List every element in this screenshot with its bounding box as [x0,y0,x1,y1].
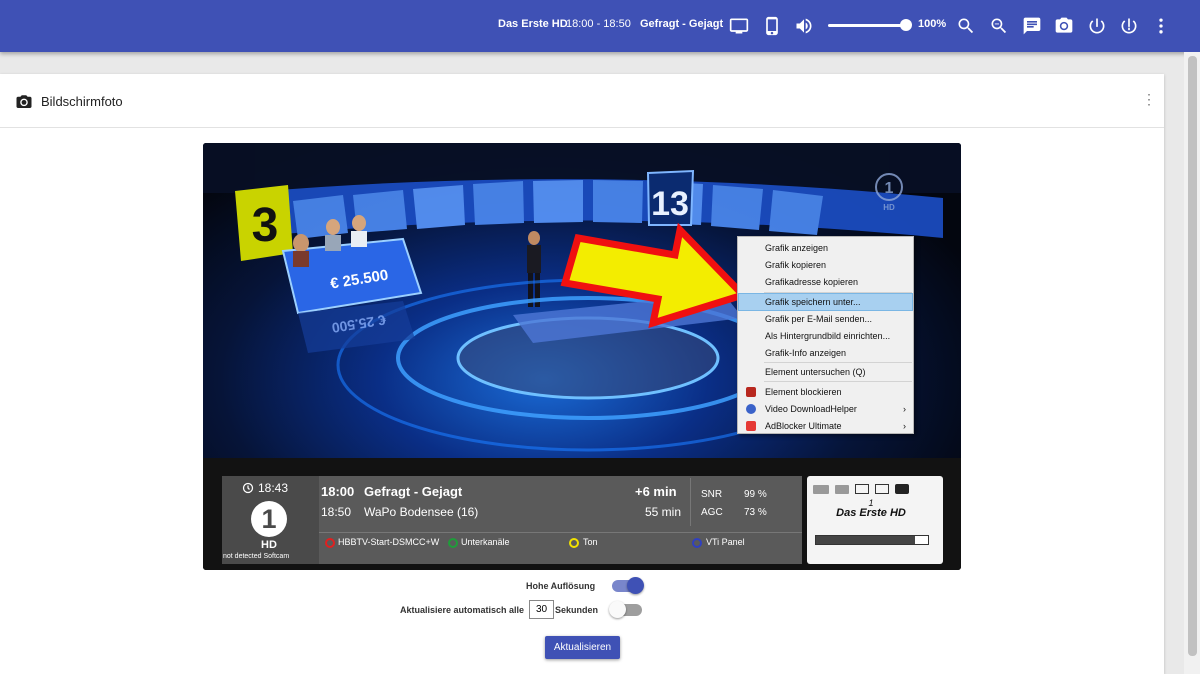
blue-button-icon [692,538,702,548]
ard-logo-number: 1 [261,504,277,534]
menu-item-video-downloadhelper[interactable]: Video DownloadHelper › [739,401,912,417]
camera-icon[interactable] [1053,15,1075,37]
next-time: 18:50 [321,505,352,519]
snr-value: 99 % [744,489,767,500]
toggle-knob[interactable] [627,577,644,594]
menu-separator [764,362,912,363]
menu-item-set-wallpaper[interactable]: Als Hintergrundbild einrichten... [739,328,912,344]
video-icon [813,485,829,494]
next-duration: 55 min [645,505,682,519]
green-button-label: Unterkanäle [461,537,510,547]
message-icon[interactable] [1021,15,1043,37]
volume-slider[interactable] [828,24,908,27]
yellow-button-icon [569,538,579,548]
ard-logo-hd: HD [261,539,277,551]
infobar-overlay: 18:43 1 HD not detected Softcam 18:00 Ge… [203,143,961,570]
current-program: Gefragt - Gejagt [640,18,724,30]
divider [690,478,691,526]
menu-separator [764,292,912,293]
infobar-status-panel: 1 Das Erste HD [807,476,943,564]
menu-item-image-info[interactable]: Grafik-Info anzeigen [739,345,912,361]
clock-icon [242,482,254,494]
yellow-button-label: Ton [583,537,598,547]
auto-refresh-seconds-input[interactable]: 30 [529,600,554,619]
menu-separator [764,381,912,382]
card-title: Bildschirmfoto [41,94,123,109]
browser-context-menu: Grafik anzeigen Grafik kopieren Grafikad… [737,236,914,434]
toggle-knob[interactable] [609,601,626,618]
menu-item-save-image-as[interactable]: Grafik speichern unter... [738,293,913,311]
agc-label: AGC [701,507,723,518]
infobar-channel-panel: 18:43 1 HD not detected Softcam [222,476,319,564]
menu-item-block-element[interactable]: Element blockieren [739,384,912,400]
volume-slider-thumb[interactable] [900,19,912,31]
current-time-range: 18:00 - 18:50 [566,18,631,30]
high-res-label: Hohe Auflösung [526,581,596,591]
page-scrollbar-thumb[interactable] [1188,56,1197,656]
dolby-icon [895,484,909,494]
hbbtv-icon [875,484,889,494]
volume-icon[interactable] [793,15,815,37]
red-button-label: HBBTV-Start-DSMCC+W [338,537,440,547]
camera-icon [16,95,32,108]
zoom-in-icon[interactable] [955,15,977,37]
now-remaining: +6 min [635,484,677,499]
softcam-status: not detected Softcam [223,553,290,560]
adblocker-shield-icon [746,421,756,431]
standby-icon[interactable] [1118,15,1140,37]
phone-icon[interactable] [761,15,783,37]
now-time: 18:00 [321,484,355,499]
submenu-arrow-icon: › [903,404,906,414]
menu-item-adblocker-ultimate[interactable]: AdBlocker Ultimate › [739,418,912,434]
auto-refresh-label: Aktualisiere automatisch alle [400,605,525,615]
blue-button-label: VTi Panel [706,537,745,547]
ublock-icon [746,387,756,397]
green-button-icon [448,538,458,548]
tuner-icon [835,485,849,494]
power-icon[interactable] [1086,15,1108,37]
menu-item-email-image[interactable]: Grafik per E-Mail senden... [739,311,912,327]
agc-value: 73 % [744,507,767,518]
card-menu-button[interactable]: ⋮ [1141,90,1157,108]
auto-refresh-toggle[interactable] [609,601,642,618]
high-res-toggle[interactable] [612,577,644,594]
menu-item-copy-image-address[interactable]: Grafikadresse kopieren [739,274,912,290]
refresh-button[interactable]: Aktualisieren [545,636,620,659]
menu-item-copy-image[interactable]: Grafik kopieren [739,257,912,273]
signal-meter [815,535,929,545]
card-header: Bildschirmfoto ⋮ [0,74,1164,128]
tv-icon[interactable] [728,15,750,37]
menu-item-inspect-element[interactable]: Element untersuchen (Q) [739,364,912,380]
zoom-out-icon[interactable] [988,15,1010,37]
signal-meter-fill [816,536,915,544]
more-vert-icon[interactable] [1150,15,1172,37]
now-title: Gefragt - Gejagt [364,484,463,499]
volume-value: 100% [918,18,947,30]
subtitle-icon [855,484,869,494]
infobar-epg-panel: 18:00 Gefragt - Gejagt +6 min 18:50 WaPo… [319,476,802,564]
current-channel: Das Erste HD [498,18,568,30]
red-button-icon [325,538,335,548]
top-app-bar: Das Erste HD 18:00 - 18:50 Gefragt - Gej… [0,0,1200,52]
channel-name: Das Erste HD [836,507,906,519]
divider [319,532,802,533]
downloadhelper-icon [746,404,756,414]
menu-item-show-image[interactable]: Grafik anzeigen [739,240,912,256]
next-title: WaPo Bodensee (16) [364,505,479,519]
auto-refresh-unit: Sekunden [555,605,599,615]
infobar-clock: 18:43 [258,481,289,495]
snr-label: SNR [701,489,723,500]
submenu-arrow-icon: › [903,421,906,431]
